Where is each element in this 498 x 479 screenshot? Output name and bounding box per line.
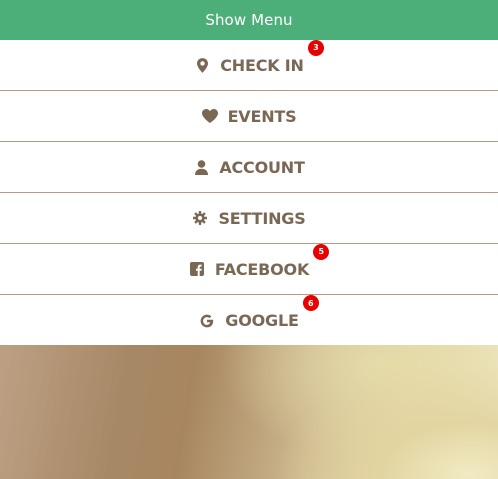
show-menu-label: Show Menu	[205, 11, 293, 29]
main-menu: CHECK IN 3 EVENTS ACCOUNT SETTINGS FACEB…	[0, 39, 498, 346]
menu-item-settings[interactable]: SETTINGS	[0, 193, 498, 244]
menu-item-label: GOOGLE	[225, 311, 299, 330]
notification-badge: 6	[302, 295, 319, 311]
menu-item-label: SETTINGS	[218, 208, 306, 228]
heart-icon	[201, 108, 218, 124]
background-image	[0, 345, 498, 479]
menu-item-label: FACEBOOK	[214, 259, 310, 279]
notification-badge: 3	[307, 39, 324, 56]
menu-item-label: ACCOUNT	[219, 157, 305, 177]
menu-item-label: EVENTS	[227, 106, 297, 126]
menu-item-events[interactable]: EVENTS	[0, 91, 498, 142]
user-icon	[193, 159, 209, 175]
gear-icon	[192, 210, 208, 226]
menu-item-google[interactable]: GOOGLE 6	[0, 295, 498, 346]
menu-item-label: CHECK IN	[220, 55, 304, 75]
menu-item-check-in[interactable]: CHECK IN 3	[0, 39, 498, 91]
map-marker-icon	[194, 57, 210, 73]
notification-badge: 5	[313, 243, 330, 260]
facebook-icon	[189, 261, 205, 277]
menu-item-facebook[interactable]: FACEBOOK 5	[0, 243, 498, 295]
menu-item-account[interactable]: ACCOUNT	[0, 142, 498, 193]
google-icon	[199, 313, 215, 329]
show-menu-button[interactable]: Show Menu	[0, 0, 498, 40]
